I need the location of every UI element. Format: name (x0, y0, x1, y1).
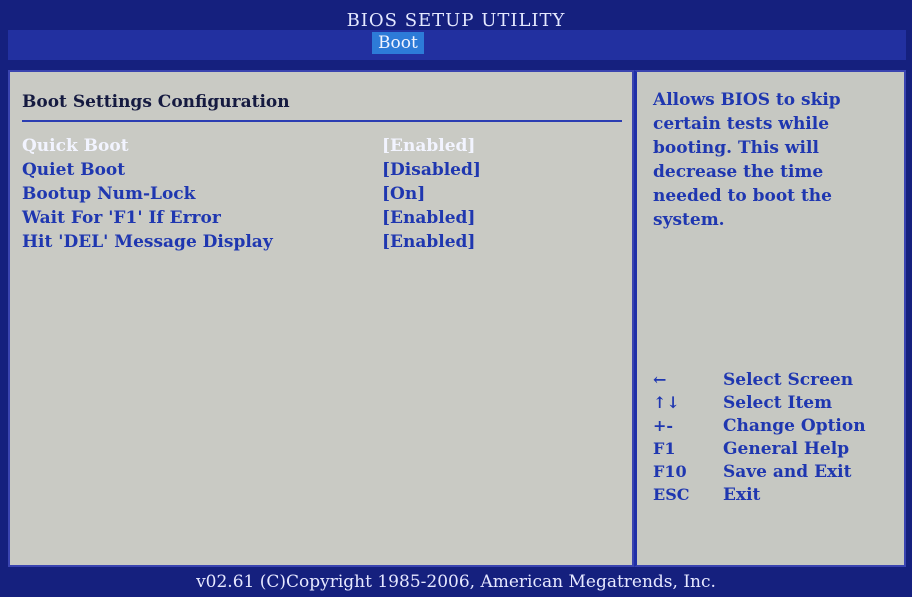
setting-value[interactable]: [Enabled] (382, 208, 475, 228)
setting-value[interactable]: [Enabled] (382, 136, 475, 156)
setting-label: Hit 'DEL' Message Display (22, 232, 273, 252)
esc-key: ESC (653, 485, 690, 504)
copyright-footer: v02.61 (C)Copyright 1985-2006, American … (196, 572, 716, 592)
setting-value[interactable]: [Disabled] (382, 160, 481, 180)
key-description: Select Item (723, 393, 833, 413)
key-row-general-help: F1 General Help (653, 439, 899, 462)
section-title: Boot Settings Configuration (22, 92, 290, 112)
key-row-select-screen: ← Select Screen (653, 370, 899, 393)
setting-quick-boot[interactable]: Quick Boot [Enabled] (22, 136, 622, 160)
key-description: Select Screen (723, 370, 854, 390)
setting-value[interactable]: [On] (382, 184, 425, 204)
help-panel: Allows BIOS to skip certain tests while … (634, 70, 906, 567)
setting-bootup-num-lock[interactable]: Bootup Num-Lock [On] (22, 184, 622, 208)
key-description: Change Option (723, 416, 866, 436)
help-description: Allows BIOS to skip certain tests while … (653, 90, 841, 230)
key-description: General Help (723, 439, 850, 459)
plus-minus-key: +- (653, 416, 674, 435)
key-row-save-exit: F10 Save and Exit (653, 462, 899, 485)
setting-quiet-boot[interactable]: Quiet Boot [Disabled] (22, 160, 622, 184)
f10-key: F10 (653, 462, 687, 481)
key-legend: ← Select Screen ↑↓ Select Item +- Change… (653, 370, 899, 508)
key-description: Exit (723, 485, 761, 505)
setting-label: Bootup Num-Lock (22, 184, 196, 204)
key-row-select-item: ↑↓ Select Item (653, 393, 899, 416)
left-arrow-key: ← (653, 370, 667, 389)
f1-key: F1 (653, 439, 676, 458)
setting-value[interactable]: [Enabled] (382, 232, 475, 252)
setting-hit-del-message[interactable]: Hit 'DEL' Message Display [Enabled] (22, 232, 622, 256)
section-divider (22, 120, 622, 122)
setting-label: Quick Boot (22, 136, 129, 156)
bios-title: BIOS SETUP UTILITY (346, 10, 566, 31)
menu-bar: Boot (8, 30, 906, 60)
key-row-change-option: +- Change Option (653, 416, 899, 439)
setting-wait-for-f1[interactable]: Wait For 'F1' If Error [Enabled] (22, 208, 622, 232)
bios-screen: BIOS SETUP UTILITY Boot Boot Settings Co… (0, 0, 912, 597)
setting-label: Wait For 'F1' If Error (22, 208, 221, 228)
up-down-arrow-key: ↑↓ (653, 393, 680, 412)
key-row-exit: ESC Exit (653, 485, 899, 508)
tab-boot[interactable]: Boot (372, 32, 424, 54)
key-description: Save and Exit (723, 462, 852, 482)
setting-label: Quiet Boot (22, 160, 126, 180)
main-panel: Boot Settings Configuration Quick Boot [… (8, 70, 634, 567)
